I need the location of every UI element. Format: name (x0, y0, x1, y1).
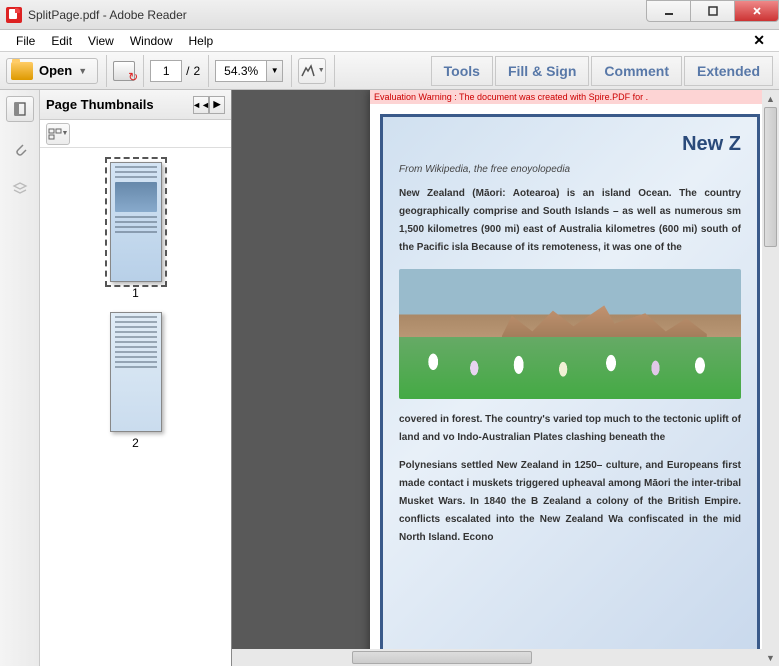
hscroll-thumb[interactable] (352, 651, 532, 664)
thumbnail-item[interactable]: 1 (106, 158, 166, 304)
tools-panel-button[interactable]: Tools (431, 56, 493, 86)
chevron-down-icon: ▼ (62, 130, 69, 137)
menu-file[interactable]: File (8, 32, 43, 50)
chevron-down-icon: ▼ (78, 66, 87, 76)
thumbnails-prev-button[interactable]: ◄◄ (193, 96, 209, 114)
scroll-track[interactable] (762, 107, 779, 649)
scroll-up-button[interactable]: ▲ (762, 90, 779, 107)
document-close-button[interactable]: ✕ (747, 32, 771, 49)
menubar: File Edit View Window Help ✕ (0, 30, 779, 52)
zoom-input[interactable] (216, 61, 266, 81)
main-area: Page Thumbnails ◄◄ ▶ ▼ 1 (0, 90, 779, 666)
evaluation-warning: Evaluation Warning : The document was cr… (370, 90, 770, 104)
thumbnail-preview (110, 312, 162, 432)
page-number-control: / 2 (150, 60, 200, 82)
zoom-control: ▼ (215, 60, 283, 82)
open-button[interactable]: Open ▼ (6, 58, 98, 84)
window-titlebar: SplitPage.pdf - Adobe Reader (0, 0, 779, 30)
current-page-input[interactable] (150, 60, 182, 82)
thumbnails-options-button[interactable]: ▼ (46, 123, 70, 145)
maximize-button[interactable] (690, 0, 735, 22)
scroll-thumb[interactable] (764, 107, 777, 247)
window-title: SplitPage.pdf - Adobe Reader (28, 8, 647, 22)
chevron-down-icon: ▼ (318, 67, 325, 74)
thumbnail-label: 2 (132, 436, 139, 450)
thumbnail-preview (110, 162, 162, 282)
menu-edit[interactable]: Edit (43, 32, 80, 50)
document-content: New Z From Wikipedia, the free enoyolope… (380, 114, 760, 666)
read-mode-button[interactable]: ▼ (298, 58, 326, 84)
folder-icon (11, 62, 33, 80)
chevron-down-icon: ▼ (271, 66, 279, 75)
thumbnails-title: Page Thumbnails (46, 97, 154, 112)
document-paragraph: covered in forest. The country's varied … (399, 411, 741, 447)
scroll-down-button[interactable]: ▼ (762, 649, 779, 666)
document-title: New Z (399, 133, 741, 156)
minimize-button[interactable] (646, 0, 691, 22)
thumbnails-next-button[interactable]: ▶ (209, 96, 225, 114)
vertical-scrollbar[interactable]: ▲ ▼ (762, 90, 779, 666)
zoom-dropdown-button[interactable]: ▼ (266, 61, 282, 81)
comment-panel-button[interactable]: Comment (591, 56, 682, 86)
layers-rail-button[interactable] (6, 176, 34, 202)
extended-panel-button[interactable]: Extended (684, 56, 773, 86)
thumbnails-toolbar: ▼ (40, 120, 231, 148)
menu-view[interactable]: View (80, 32, 122, 50)
toolbar: Open ▼ / 2 ▼ ▼ Tools Fill & Sign Comment… (0, 52, 779, 90)
thumbnails-header: Page Thumbnails ◄◄ ▶ (40, 90, 231, 120)
thumbnail-label: 1 (132, 286, 139, 300)
document-paragraph: New Zealand (Māori: Aotearoa) is an isla… (399, 185, 741, 257)
total-pages: 2 (194, 64, 201, 78)
window-controls (647, 0, 779, 29)
horizontal-scrollbar[interactable] (232, 649, 762, 666)
open-label: Open (39, 63, 72, 78)
menu-window[interactable]: Window (122, 32, 181, 50)
close-button[interactable] (734, 0, 779, 22)
thumbnail-item[interactable]: 2 (106, 308, 166, 454)
fill-sign-panel-button[interactable]: Fill & Sign (495, 56, 589, 86)
document-page: Evaluation Warning : The document was cr… (370, 90, 770, 666)
menu-help[interactable]: Help (181, 32, 222, 50)
convert-pdf-button[interactable] (113, 61, 135, 81)
document-viewer[interactable]: Evaluation Warning : The document was cr… (232, 90, 779, 666)
document-paragraph: Polynesians settled New Zealand in 1250–… (399, 457, 741, 547)
document-image (399, 269, 741, 399)
app-icon (6, 7, 22, 23)
attachments-rail-button[interactable] (6, 136, 34, 162)
left-rail (0, 90, 40, 666)
thumbnails-panel: Page Thumbnails ◄◄ ▶ ▼ 1 (40, 90, 232, 666)
document-subtitle: From Wikipedia, the free enoyolopedia (399, 164, 741, 175)
thumbnails-rail-button[interactable] (6, 96, 34, 122)
thumbnails-list: 1 2 (40, 148, 231, 666)
page-separator: / (186, 64, 189, 78)
